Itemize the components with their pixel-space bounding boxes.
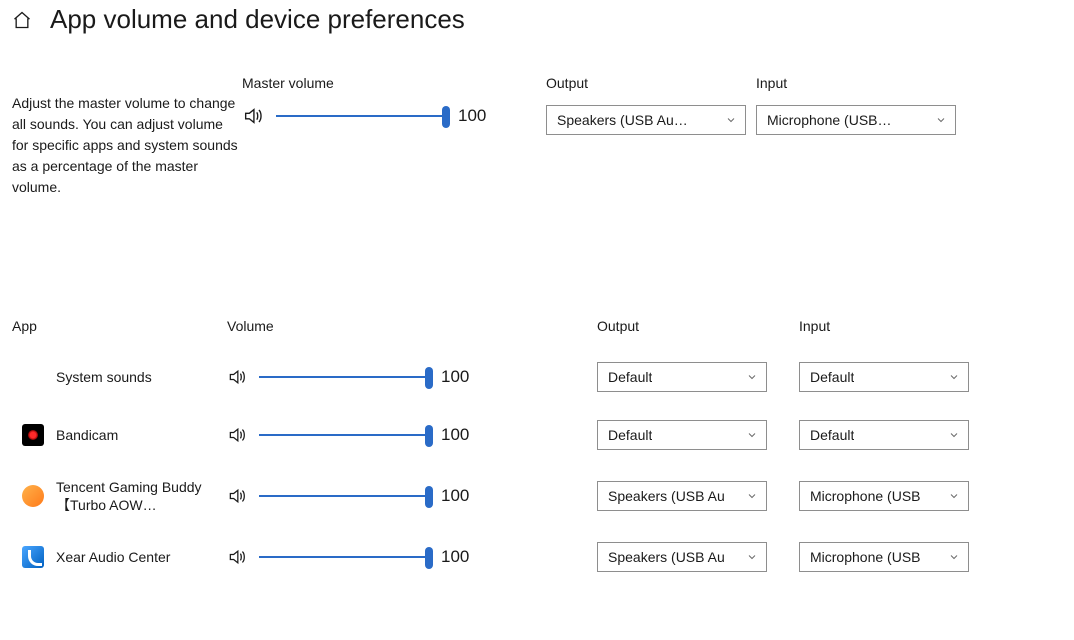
app-volume-slider[interactable] bbox=[259, 547, 429, 567]
app-row: Bandicam 100 Default Default bbox=[12, 420, 1062, 450]
app-icon-none bbox=[22, 366, 44, 388]
app-input-value: Microphone (USB bbox=[810, 549, 921, 565]
chevron-down-icon bbox=[948, 429, 960, 441]
master-output-select[interactable]: Speakers (USB Au… bbox=[546, 105, 746, 135]
app-input-value: Microphone (USB bbox=[810, 488, 921, 504]
app-name: Xear Audio Center bbox=[56, 548, 170, 566]
app-volume-value: 100 bbox=[441, 547, 469, 567]
master-input-label: Input bbox=[756, 75, 956, 91]
app-input-select[interactable]: Default bbox=[799, 420, 969, 450]
app-input-value: Default bbox=[810, 427, 854, 443]
apps-col-volume: Volume bbox=[227, 318, 547, 334]
app-output-value: Speakers (USB Au bbox=[608, 549, 725, 565]
app-icon-tencent bbox=[22, 485, 44, 507]
home-icon[interactable] bbox=[12, 10, 32, 30]
master-description: Adjust the master volume to change all s… bbox=[12, 75, 242, 198]
apps-col-input: Input bbox=[799, 318, 969, 334]
app-volume-slider[interactable] bbox=[259, 425, 429, 445]
app-row: Xear Audio Center 100 Speakers (USB Au Micr… bbox=[12, 542, 1062, 572]
app-output-select[interactable]: Default bbox=[597, 420, 767, 450]
app-input-select[interactable]: Microphone (USB bbox=[799, 481, 969, 511]
app-row: Tencent Gaming Buddy【Turbo AOW… 100 Speake… bbox=[12, 478, 1062, 514]
chevron-down-icon bbox=[948, 551, 960, 563]
master-output-value: Speakers (USB Au… bbox=[557, 112, 688, 128]
app-input-select[interactable]: Default bbox=[799, 362, 969, 392]
chevron-down-icon bbox=[746, 371, 758, 383]
chevron-down-icon bbox=[746, 429, 758, 441]
chevron-down-icon bbox=[746, 490, 758, 502]
speaker-icon[interactable] bbox=[227, 486, 247, 506]
apps-col-output: Output bbox=[597, 318, 777, 334]
chevron-down-icon bbox=[746, 551, 758, 563]
master-output-label: Output bbox=[546, 75, 746, 91]
app-output-value: Default bbox=[608, 369, 652, 385]
page-title: App volume and device preferences bbox=[50, 4, 465, 35]
app-output-select[interactable]: Default bbox=[597, 362, 767, 392]
app-volume-slider[interactable] bbox=[259, 367, 429, 387]
app-name: System sounds bbox=[56, 368, 152, 386]
speaker-icon[interactable] bbox=[242, 105, 264, 127]
app-output-value: Default bbox=[608, 427, 652, 443]
app-input-value: Default bbox=[810, 369, 854, 385]
master-volume-label: Master volume bbox=[242, 75, 542, 91]
app-output-select[interactable]: Speakers (USB Au bbox=[597, 542, 767, 572]
app-row: System sounds 100 Default Default bbox=[12, 362, 1062, 392]
chevron-down-icon bbox=[935, 114, 947, 126]
app-volume-value: 100 bbox=[441, 367, 469, 387]
chevron-down-icon bbox=[725, 114, 737, 126]
speaker-icon[interactable] bbox=[227, 425, 247, 445]
master-input-value: Microphone (USB… bbox=[767, 112, 892, 128]
app-output-value: Speakers (USB Au bbox=[608, 488, 725, 504]
master-input-select[interactable]: Microphone (USB… bbox=[756, 105, 956, 135]
app-icon-xear bbox=[22, 546, 44, 568]
app-name: Tencent Gaming Buddy【Turbo AOW… bbox=[56, 478, 216, 514]
chevron-down-icon bbox=[948, 371, 960, 383]
app-name: Bandicam bbox=[56, 426, 118, 444]
apps-col-app: App bbox=[12, 318, 227, 334]
master-volume-slider[interactable] bbox=[276, 106, 446, 126]
speaker-icon[interactable] bbox=[227, 547, 247, 567]
speaker-icon[interactable] bbox=[227, 367, 247, 387]
app-volume-value: 100 bbox=[441, 425, 469, 445]
app-volume-slider[interactable] bbox=[259, 486, 429, 506]
app-icon-bandicam bbox=[22, 424, 44, 446]
app-input-select[interactable]: Microphone (USB bbox=[799, 542, 969, 572]
app-volume-value: 100 bbox=[441, 486, 469, 506]
master-volume-value: 100 bbox=[458, 106, 486, 126]
chevron-down-icon bbox=[948, 490, 960, 502]
app-output-select[interactable]: Speakers (USB Au bbox=[597, 481, 767, 511]
